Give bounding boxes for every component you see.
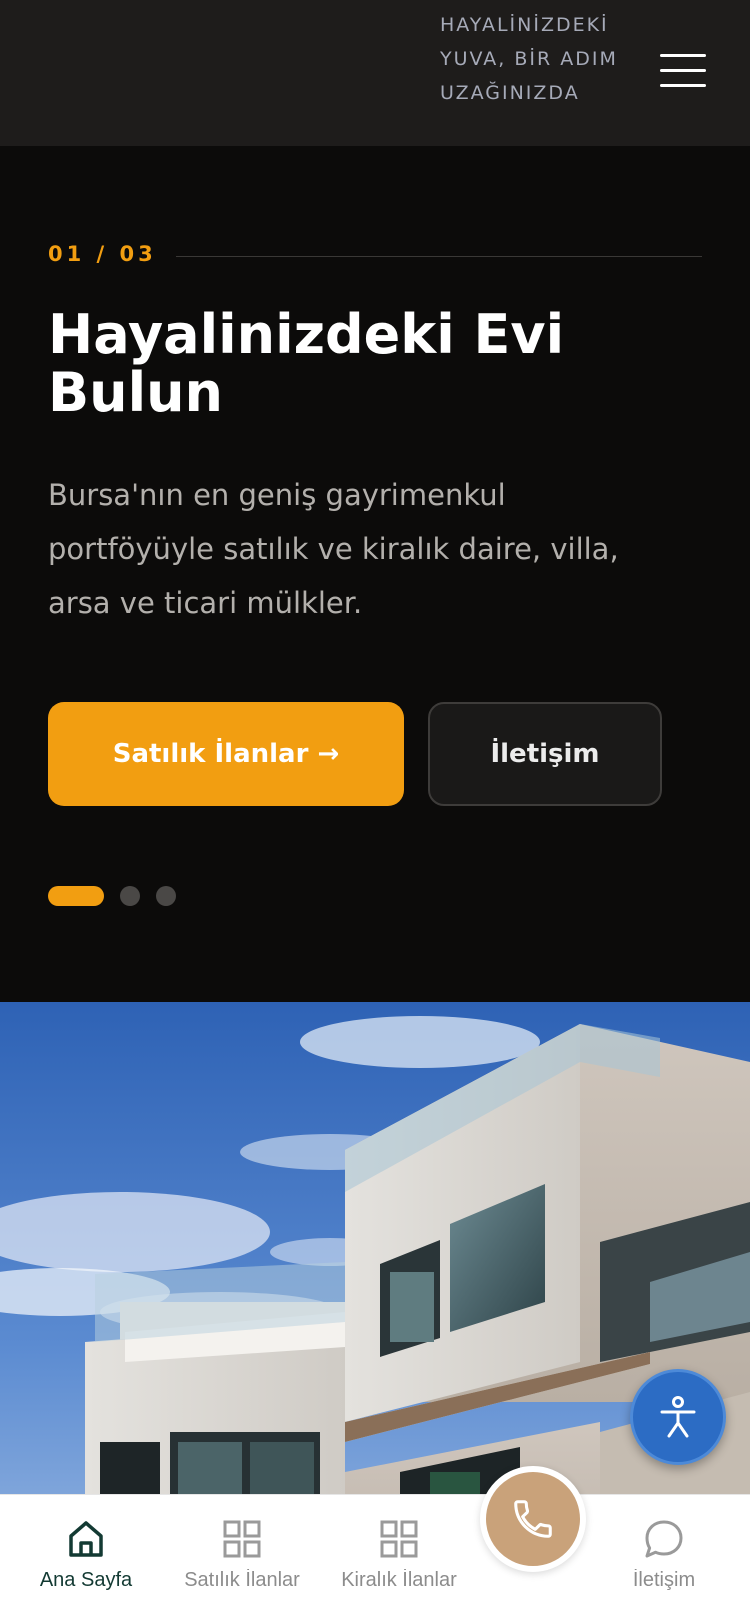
hamburger-menu-icon[interactable] [656, 50, 710, 94]
nav-item-for-sale[interactable]: Satılık İlanlar [167, 1495, 317, 1624]
grid-icon [380, 1520, 418, 1558]
nav-item-for-rent[interactable]: Kiralık İlanlar [324, 1495, 474, 1624]
contact-button[interactable]: İletişim [428, 702, 662, 806]
slide-divider-line [176, 256, 702, 257]
nav-item-home[interactable]: Ana Sayfa [11, 1495, 161, 1624]
hero-description: Bursa'nın en geniş gayrimenkul portföyüy… [48, 478, 619, 620]
header-tagline: HAYALİNİZDEKİ YUVA, BİR ADIM UZAĞINIZDA [440, 14, 618, 104]
nav-label-home: Ana Sayfa [39, 1569, 133, 1591]
slide-counter: 01 / 03 [48, 242, 157, 266]
accessibility-button[interactable] [630, 1369, 726, 1465]
nav-label-for-rent: Kiralık İlanlar [341, 1569, 457, 1591]
nav-label-for-sale: Satılık İlanlar [184, 1569, 300, 1591]
hero-title: Hayalinizdeki Evi Bulun [48, 303, 565, 424]
slide-indicator-row: 01 / 03 [48, 242, 702, 272]
phone-icon [514, 1500, 552, 1538]
nav-item-contact[interactable]: İletişim [589, 1495, 739, 1624]
bottom-navigation: Ana Sayfa Satılık İlanlar Kiralık İlanla… [0, 1494, 750, 1624]
slider-dot-3[interactable] [156, 886, 176, 906]
call-button[interactable] [480, 1466, 586, 1572]
slider-dot-2[interactable] [120, 886, 140, 906]
slider-dots [48, 886, 188, 906]
home-icon [69, 1521, 103, 1557]
slider-dot-1[interactable] [48, 886, 104, 906]
for-sale-listings-button[interactable]: Satılık İlanlar → [48, 702, 404, 806]
nav-label-contact: İletişim [632, 1569, 696, 1591]
grid-icon [223, 1520, 261, 1558]
accessibility-icon [660, 1396, 696, 1438]
chat-bubble-icon [645, 1520, 683, 1558]
hero-slider: 01 / 03 Hayalinizdeki Evi Bulun Bursa'nı… [0, 146, 750, 1002]
page: HAYALİNİZDEKİ YUVA, BİR ADIM UZAĞINIZDA … [0, 0, 750, 1624]
site-header: HAYALİNİZDEKİ YUVA, BİR ADIM UZAĞINIZDA [0, 0, 750, 146]
